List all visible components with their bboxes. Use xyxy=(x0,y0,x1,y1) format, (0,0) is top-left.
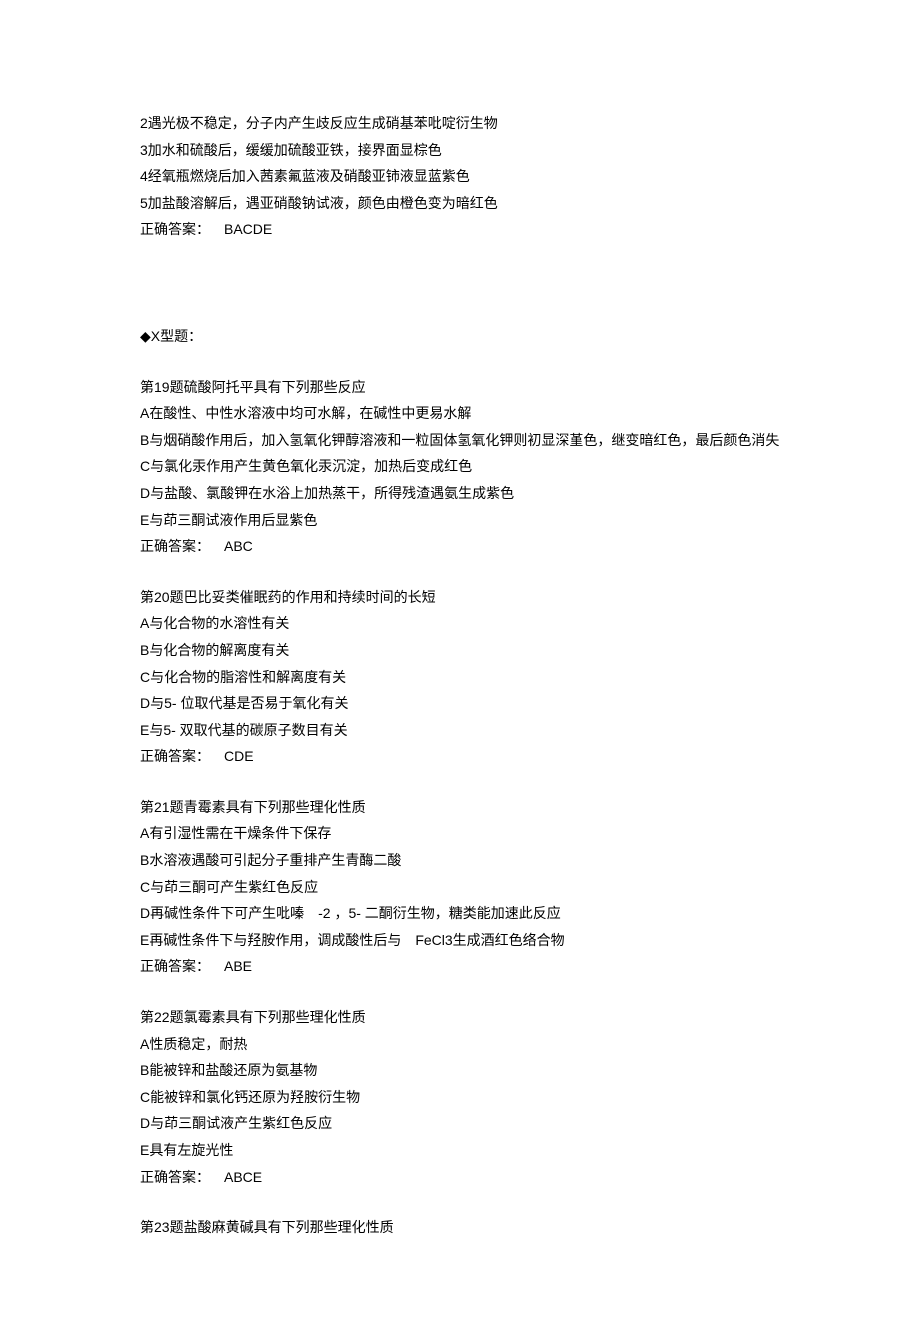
intro-answer: 正确答案： BACDE xyxy=(140,216,780,243)
q19-option-d: D与盐酸、氯酸钾在水浴上加热蒸干，所得残渣遇氨生成紫色 xyxy=(140,480,780,507)
intro-line-2: 2遇光极不稳定，分子内产生歧反应生成硝基苯吡啶衍生物 xyxy=(140,110,780,137)
answer-label: 正确答案： xyxy=(140,538,210,554)
q19-option-e: E与茚三酮试液作用后显紫色 xyxy=(140,507,780,534)
q19-option-a: A在酸性、中性水溶液中均可水解，在碱性中更易水解 xyxy=(140,400,780,427)
answer-label: 正确答案： xyxy=(140,1169,210,1185)
spacer xyxy=(140,980,780,1004)
answer-value: ABE xyxy=(224,958,252,974)
spacer xyxy=(140,1190,780,1214)
q21-answer: 正确答案： ABE xyxy=(140,953,780,980)
spacer xyxy=(140,560,780,584)
q21-option-b: B水溶液遇酸可引起分子重排产生青酶二酸 xyxy=(140,847,780,874)
q21-option-c: C与茚三酮可产生紫红色反应 xyxy=(140,874,780,901)
intro-line-5: 5加盐酸溶解后，遇亚硝酸钠试液，颜色由橙色变为暗红色 xyxy=(140,190,780,217)
q20-answer: 正确答案： CDE xyxy=(140,743,780,770)
q23-title: 第23题盐酸麻黄碱具有下列那些理化性质 xyxy=(140,1214,780,1241)
q22-option-c: C能被锌和氯化钙还原为羟胺衍生物 xyxy=(140,1084,780,1111)
section-x-header: ◆X型题： xyxy=(140,323,780,350)
q19-answer: 正确答案： ABC xyxy=(140,533,780,560)
q20-title: 第20题巴比妥类催眠药的作用和持续时间的长短 xyxy=(140,584,780,611)
q22-option-a: A性质稳定，耐热 xyxy=(140,1031,780,1058)
q19-option-c: C与氯化汞作用产生黄色氧化汞沉淀，加热后变成红色 xyxy=(140,453,780,480)
q20-option-e: E与5- 双取代基的碳原子数目有关 xyxy=(140,717,780,744)
q21-option-a: A有引湿性需在干燥条件下保存 xyxy=(140,820,780,847)
answer-value: ABC xyxy=(224,538,253,554)
answer-value: CDE xyxy=(224,748,254,764)
q20-option-c: C与化合物的脂溶性和解离度有关 xyxy=(140,664,780,691)
q20-option-b: B与化合物的解离度有关 xyxy=(140,637,780,664)
spacer xyxy=(140,350,780,374)
q20-option-d: D与5- 位取代基是否易于氧化有关 xyxy=(140,690,780,717)
intro-line-4: 4经氧瓶燃烧后加入茜素氟蓝液及硝酸亚铈液显蓝紫色 xyxy=(140,163,780,190)
q21-title: 第21题青霉素具有下列那些理化性质 xyxy=(140,794,780,821)
answer-value: ABCE xyxy=(224,1169,262,1185)
q19-title: 第19题硫酸阿托平具有下列那些反应 xyxy=(140,374,780,401)
answer-label: 正确答案： xyxy=(140,748,210,764)
q20-option-a: A与化合物的水溶性有关 xyxy=(140,610,780,637)
q22-option-e: E具有左旋光性 xyxy=(140,1137,780,1164)
answer-value: BACDE xyxy=(224,221,272,237)
spacer xyxy=(140,770,780,794)
answer-label: 正确答案： xyxy=(140,221,210,237)
q22-title: 第22题氯霉素具有下列那些理化性质 xyxy=(140,1004,780,1031)
intro-line-3: 3加水和硫酸后，缓缓加硫酸亚铁，接界面显棕色 xyxy=(140,137,780,164)
q21-option-e: E再碱性条件下与羟胺作用，调成酸性后与 FeCl3生成酒红色络合物 xyxy=(140,927,780,954)
q21-option-d: D再碱性条件下可产生吡嗪 -2 ，5- 二酮衍生物，糖类能加速此反应 xyxy=(140,900,780,927)
spacer xyxy=(140,243,780,323)
answer-label: 正确答案： xyxy=(140,958,210,974)
q19-option-b: B与烟硝酸作用后，加入氢氧化钾醇溶液和一粒固体氢氧化钾则初显深堇色，继变暗红色，… xyxy=(140,427,780,454)
q22-option-b: B能被锌和盐酸还原为氨基物 xyxy=(140,1057,780,1084)
q22-answer: 正确答案： ABCE xyxy=(140,1164,780,1191)
q22-option-d: D与茚三酮试液产生紫红色反应 xyxy=(140,1110,780,1137)
document-page: 2遇光极不稳定，分子内产生歧反应生成硝基苯吡啶衍生物 3加水和硫酸后，缓缓加硫酸… xyxy=(0,0,920,1321)
